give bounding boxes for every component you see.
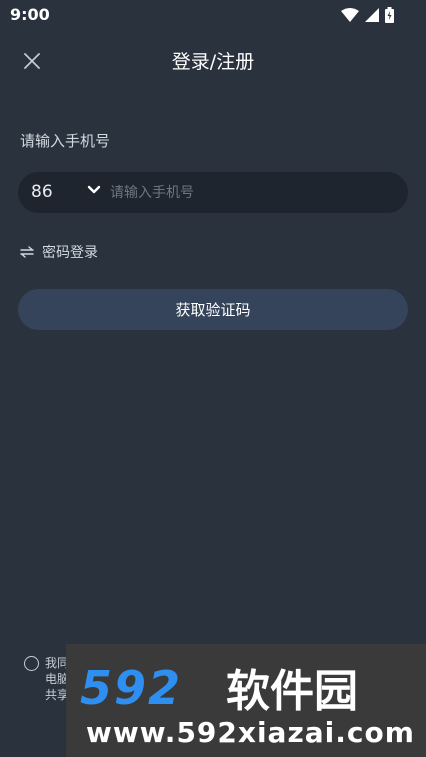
agreement-line: 共享 — [45, 688, 67, 702]
country-code-select[interactable]: 86 — [31, 182, 53, 202]
wifi-icon — [341, 8, 359, 22]
page-title: 登录/注册 — [171, 51, 255, 73]
phone-label: 请输入手机号 — [20, 132, 111, 150]
agreement-text: 我同 电脑 共享 — [45, 655, 67, 703]
agreement-radio[interactable] — [24, 656, 39, 671]
watermark-overlay: 592 软件园 www.592xiazai.com — [66, 644, 426, 757]
svg-text:592: 592 — [80, 662, 182, 714]
get-code-button[interactable]: 获取验证码 — [18, 289, 408, 330]
chevron-down-icon[interactable] — [87, 185, 101, 195]
watermark-url: www.592xiazai.com — [86, 716, 415, 749]
phone-input-row: 86 — [18, 172, 408, 213]
svg-text:软件园: 软件园 — [226, 666, 358, 714]
status-time: 9:00 — [10, 5, 50, 24]
battery-icon — [385, 7, 394, 23]
signal-icon — [365, 8, 379, 22]
login-screen: 9:00 登录/注册 请输入手机号 86 请输入手机号 密码登录 获取验证码 我… — [0, 0, 426, 757]
status-icons — [341, 6, 394, 24]
password-login-label: 密码登录 — [42, 245, 98, 261]
password-login-switch[interactable]: 密码登录 — [20, 242, 98, 262]
watermark-logo: 592 软件园 — [80, 662, 358, 714]
phone-input[interactable] — [110, 179, 395, 206]
agreement-line: 电脑 — [45, 672, 67, 686]
swap-icon — [20, 246, 34, 258]
agreement-line: 我同 — [45, 656, 67, 670]
status-bar: 9:00 — [0, 0, 426, 30]
